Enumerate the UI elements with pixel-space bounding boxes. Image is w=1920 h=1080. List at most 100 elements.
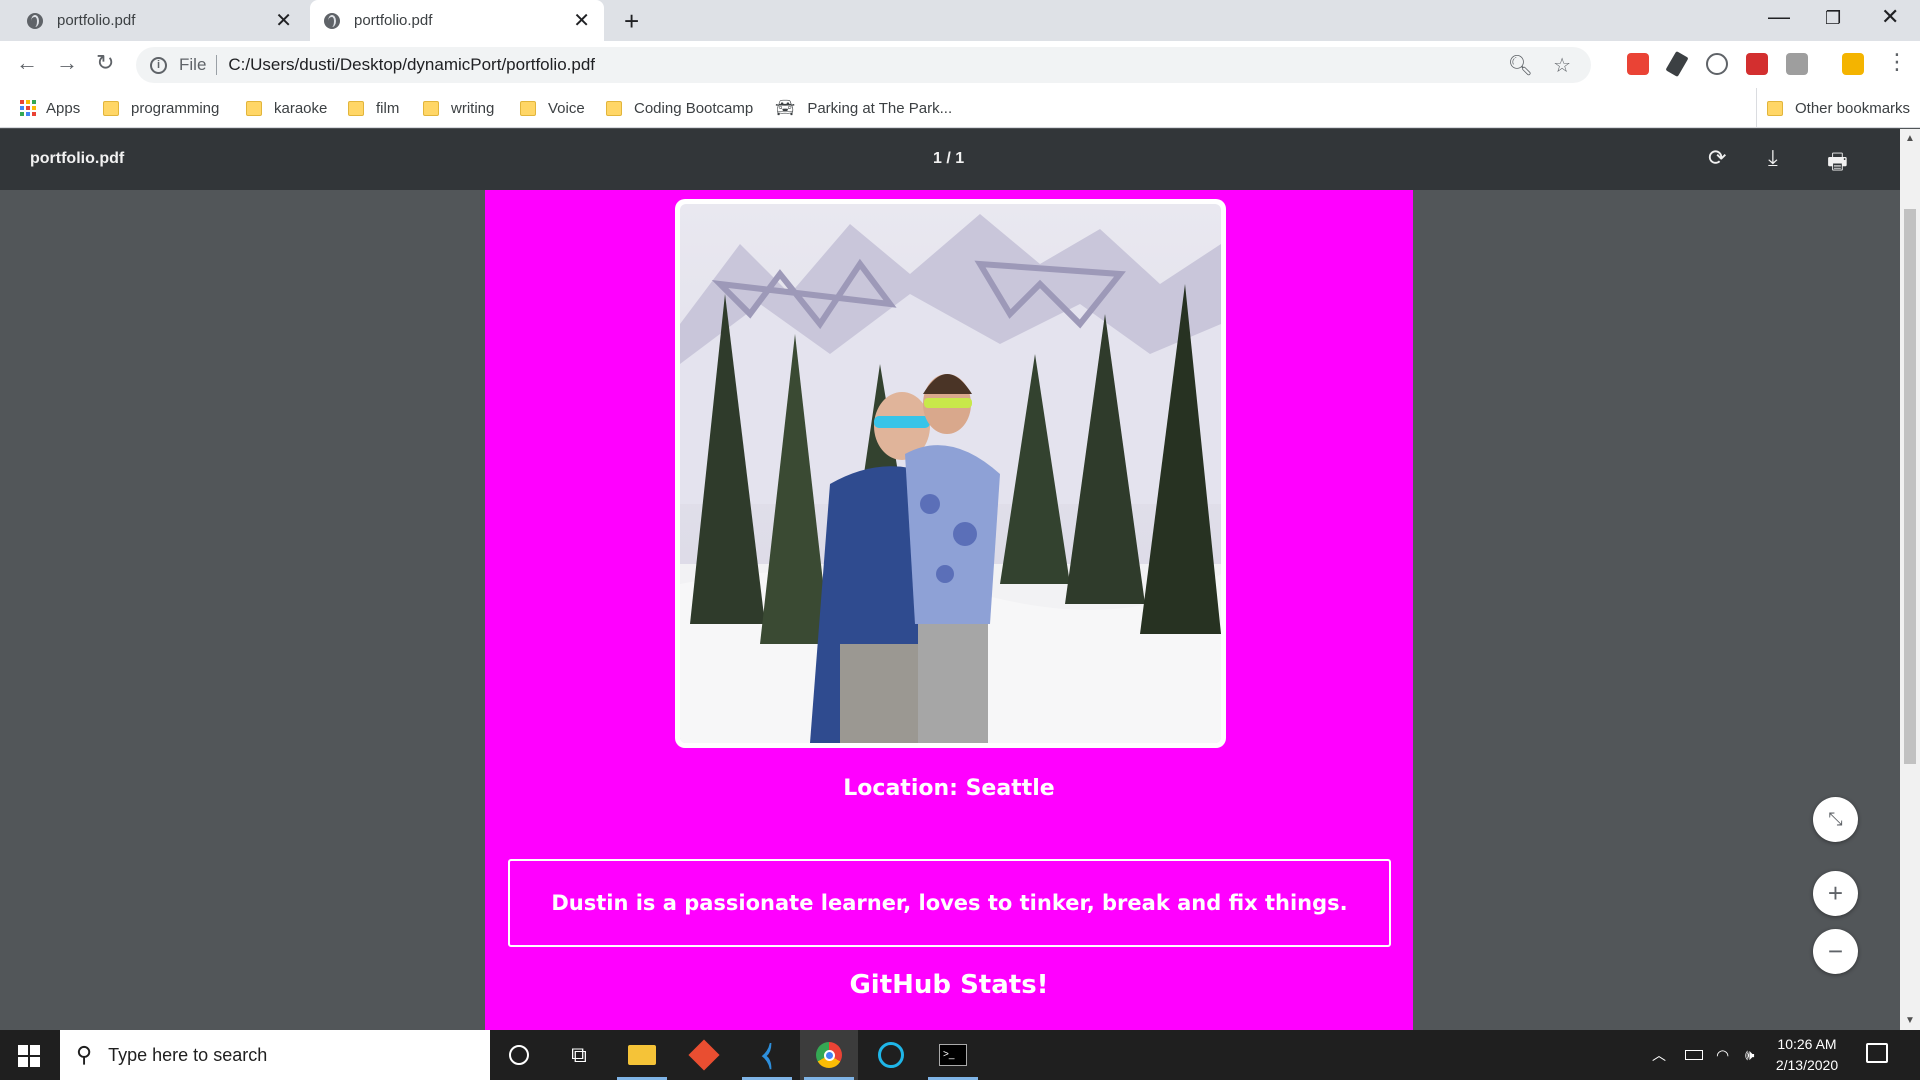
bookmark-karaoke[interactable]: karaoke bbox=[246, 88, 327, 128]
close-tab-icon[interactable]: ✕ bbox=[573, 8, 590, 33]
bookmark-film[interactable]: film bbox=[348, 88, 399, 128]
task-view-icon[interactable]: ⧉ bbox=[550, 1030, 608, 1080]
bookmark-label: Parking at The Park... bbox=[807, 99, 953, 117]
location-text: Location: Seattle bbox=[843, 776, 1055, 801]
rotate-icon[interactable]: ⟳ bbox=[1708, 145, 1726, 171]
bookmark-label: Apps bbox=[46, 99, 81, 117]
globe-icon bbox=[324, 12, 340, 29]
git-app-icon[interactable] bbox=[675, 1030, 733, 1080]
forward-icon[interactable]: → bbox=[56, 50, 78, 76]
bookmark-star-icon[interactable]: ☆ bbox=[1553, 53, 1571, 78]
bio-text: Dustin is a passionate learner, loves to… bbox=[551, 891, 1348, 915]
notification-center-icon[interactable] bbox=[1866, 1043, 1888, 1063]
bookmark-writing[interactable]: writing bbox=[423, 88, 494, 128]
vscode-icon[interactable]: ⧼ bbox=[738, 1030, 796, 1080]
battery-icon[interactable] bbox=[1685, 1030, 1703, 1080]
fit-page-button[interactable]: ⤡ bbox=[1813, 797, 1858, 842]
bookmark-programming[interactable]: programming bbox=[103, 88, 219, 128]
browser-toolbar: ← → ↻ i File C:/Users/dusti/Desktop/dyna… bbox=[0, 41, 1920, 88]
folder-icon bbox=[1767, 100, 1783, 116]
url-text[interactable]: C:/Users/dusti/Desktop/dynamicPort/portf… bbox=[228, 55, 1507, 75]
minimize-icon[interactable]: — bbox=[1768, 4, 1790, 30]
zoom-icon[interactable]: 🔍︎ bbox=[1508, 53, 1533, 78]
alexa-icon[interactable] bbox=[862, 1030, 920, 1080]
folder-icon bbox=[520, 100, 536, 116]
bookmarks-bar: Apps programming karaoke film writing Vo… bbox=[0, 88, 1920, 128]
clock-time: 10:26 AM bbox=[1777, 1036, 1837, 1052]
print-icon[interactable]: 🖶︎ bbox=[1827, 145, 1848, 183]
search-icon: ⚲ bbox=[76, 1042, 93, 1067]
tab-portfolio-2[interactable]: portfolio.pdf ✕ bbox=[310, 0, 604, 41]
tab-strip: portfolio.pdf ✕ portfolio.pdf ✕ + — ❐ ✕ bbox=[0, 0, 1920, 41]
extension-circle-icon[interactable] bbox=[1706, 53, 1728, 75]
folder-icon bbox=[423, 100, 439, 116]
chrome-icon[interactable] bbox=[800, 1030, 858, 1080]
pdf-viewer[interactable]: Location: Seattle Dustin is a passionate… bbox=[0, 190, 1900, 1030]
terminal-icon[interactable]: >_ bbox=[924, 1030, 982, 1080]
extension-pen-icon[interactable] bbox=[1665, 50, 1689, 78]
bookmark-label: Other bookmarks bbox=[1795, 99, 1911, 117]
car-icon: 🚘︎ bbox=[775, 100, 796, 117]
bookmark-voice[interactable]: Voice bbox=[520, 88, 585, 128]
menu-kebab-icon[interactable]: ⋮ bbox=[1886, 49, 1908, 75]
bookmark-label: karaoke bbox=[274, 99, 328, 117]
pdf-toolbar: portfolio.pdf 1 / 1 ⟳ ⤓ 🖶︎ bbox=[0, 129, 1900, 190]
profile-photo-frame bbox=[675, 199, 1226, 748]
new-tab-button[interactable]: + bbox=[624, 6, 639, 37]
bookmark-apps[interactable]: Apps bbox=[20, 88, 80, 128]
bookmark-label: writing bbox=[451, 99, 495, 117]
taskbar-search[interactable]: ⚲ Type here to search bbox=[60, 1030, 490, 1080]
search-placeholder: Type here to search bbox=[108, 1044, 268, 1065]
extension-lastpass-icon[interactable] bbox=[1746, 53, 1768, 75]
bookmark-coding-bootcamp[interactable]: Coding Bootcamp bbox=[606, 88, 753, 128]
bookmark-label: Voice bbox=[548, 99, 585, 117]
cortana-icon[interactable] bbox=[490, 1030, 548, 1080]
folder-icon bbox=[606, 100, 622, 116]
bookmark-parking[interactable]: 🚘︎ Parking at The Park... bbox=[775, 88, 952, 128]
folder-icon bbox=[348, 100, 364, 116]
tab-title: portfolio.pdf bbox=[57, 12, 136, 29]
scroll-thumb[interactable] bbox=[1904, 209, 1916, 764]
volume-icon[interactable]: 🕪︎ bbox=[1745, 1030, 1754, 1080]
tab-title: portfolio.pdf bbox=[354, 12, 433, 29]
clock[interactable]: 10:26 AM 2/13/2020 bbox=[1767, 1034, 1847, 1076]
scheme-label: File bbox=[179, 55, 218, 75]
extension-honey-icon[interactable] bbox=[1842, 53, 1864, 75]
extension-icon[interactable] bbox=[1627, 53, 1649, 75]
globe-icon bbox=[27, 12, 43, 29]
bookmark-other[interactable]: Other bookmarks bbox=[1756, 88, 1910, 128]
close-window-icon[interactable]: ✕ bbox=[1881, 4, 1899, 30]
back-icon[interactable]: ← bbox=[16, 50, 38, 76]
download-icon[interactable]: ⤓ bbox=[1768, 145, 1778, 171]
info-icon[interactable]: i bbox=[150, 56, 167, 74]
vertical-scrollbar[interactable]: ▲ ▼ bbox=[1900, 129, 1920, 1030]
folder-icon bbox=[103, 100, 119, 116]
page-indicator: 1 / 1 bbox=[933, 150, 965, 167]
extension-pdf-icon[interactable] bbox=[1786, 53, 1808, 75]
clock-date: 2/13/2020 bbox=[1775, 1057, 1839, 1073]
zoom-in-button[interactable]: + bbox=[1813, 871, 1858, 916]
folder-icon bbox=[246, 100, 262, 116]
close-tab-icon[interactable]: ✕ bbox=[275, 8, 292, 33]
windows-start-icon[interactable] bbox=[18, 1045, 40, 1067]
bookmark-label: film bbox=[376, 99, 400, 117]
pdf-title: portfolio.pdf bbox=[30, 150, 125, 167]
profile-photo bbox=[680, 204, 1221, 743]
apps-grid-icon bbox=[20, 100, 36, 116]
bookmark-label: Coding Bootcamp bbox=[634, 99, 754, 117]
reload-icon[interactable]: ↻ bbox=[96, 50, 114, 76]
tab-portfolio-1[interactable]: portfolio.pdf ✕ bbox=[0, 0, 306, 41]
wifi-icon[interactable]: ◠ bbox=[1716, 1030, 1729, 1080]
file-explorer-icon[interactable] bbox=[613, 1030, 671, 1080]
bio-box: Dustin is a passionate learner, loves to… bbox=[508, 859, 1391, 947]
zoom-out-button[interactable]: − bbox=[1813, 929, 1858, 974]
pdf-page: Location: Seattle Dustin is a passionate… bbox=[485, 190, 1413, 1030]
bookmark-label: programming bbox=[131, 99, 220, 117]
tray-overflow-icon[interactable]: ︿ bbox=[1652, 1030, 1666, 1080]
scroll-down-icon[interactable]: ▼ bbox=[1905, 1015, 1915, 1026]
address-bar[interactable]: i File C:/Users/dusti/Desktop/dynamicPor… bbox=[136, 47, 1591, 83]
scroll-up-icon[interactable]: ▲ bbox=[1905, 133, 1915, 144]
github-stats-heading: GitHub Stats! bbox=[849, 970, 1049, 1000]
restore-icon[interactable]: ❐ bbox=[1825, 8, 1841, 29]
windows-taskbar: ⚲ Type here to search ⧉ ⧼ >_ ︿ ◠ 🕪︎ 10:2… bbox=[0, 1030, 1920, 1080]
